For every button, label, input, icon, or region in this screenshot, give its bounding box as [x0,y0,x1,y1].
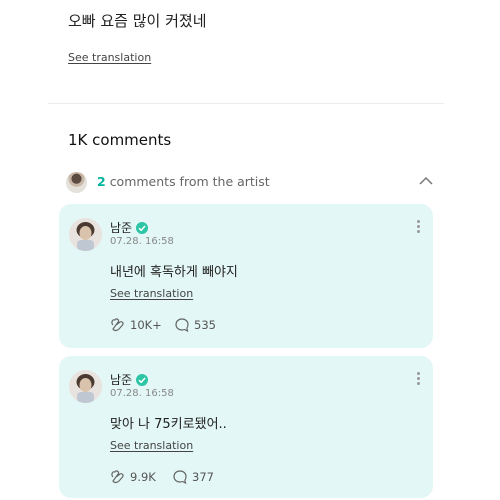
comment-author-name: 남준 [110,221,133,235]
reply-count: 377 [192,470,214,484]
speech-bubble-icon [175,318,189,333]
comment-author: 남준 [110,371,149,388]
artist-comments-count: 2 [97,174,106,189]
comment-text: 맞아 나 75키로됐어.. [110,417,227,432]
comment-date: 07.28. 16:58 [110,388,174,399]
comment-text: 내년에 혹독하게 빼야지 [110,265,238,280]
comment-author: 남준 [110,219,149,236]
like-button[interactable]: 10K+ [110,317,165,333]
verified-badge-icon [136,222,149,234]
artist-avatar [66,172,87,193]
post-text: 오빠 요즘 많이 커졌네 [68,12,207,30]
reply-button[interactable]: 377 [172,469,222,485]
comment-see-translation-link[interactable]: See translation [110,439,193,452]
like-count: 10K+ [130,318,162,332]
heart-hands-icon [111,470,124,484]
comments-count-title: 1K comments [68,131,172,149]
artist-comments-text: comments from the artist [109,174,270,189]
artist-comment-card: 남준 07.28. 16:58 내년에 혹독하게 빼야지 See transla… [59,204,433,348]
comment-date: 07.28. 16:58 [110,236,174,247]
artist-comment-card: 남준 07.28. 16:58 맞아 나 75키로됐어.. See transl… [59,356,433,498]
more-vertical-icon[interactable] [413,218,423,236]
like-button[interactable]: 9.9K [110,469,165,485]
comment-see-translation-link[interactable]: See translation [110,287,193,300]
more-vertical-icon[interactable] [413,370,423,388]
reply-count: 535 [194,318,216,332]
artist-comments-toggle[interactable]: 2 comments from the artist [66,172,434,194]
chevron-up-icon[interactable] [418,175,434,187]
divider [48,103,444,104]
speech-bubble-icon [173,470,187,485]
avatar[interactable] [69,370,102,403]
comment-author-name: 남준 [110,373,133,387]
artist-comments-label: 2 comments from the artist [97,174,270,189]
post-see-translation-link[interactable]: See translation [68,51,151,64]
like-count: 9.9K [130,470,156,484]
avatar[interactable] [69,218,102,251]
verified-badge-icon [136,374,149,386]
heart-hands-icon [111,318,124,332]
reply-button[interactable]: 535 [174,317,224,333]
